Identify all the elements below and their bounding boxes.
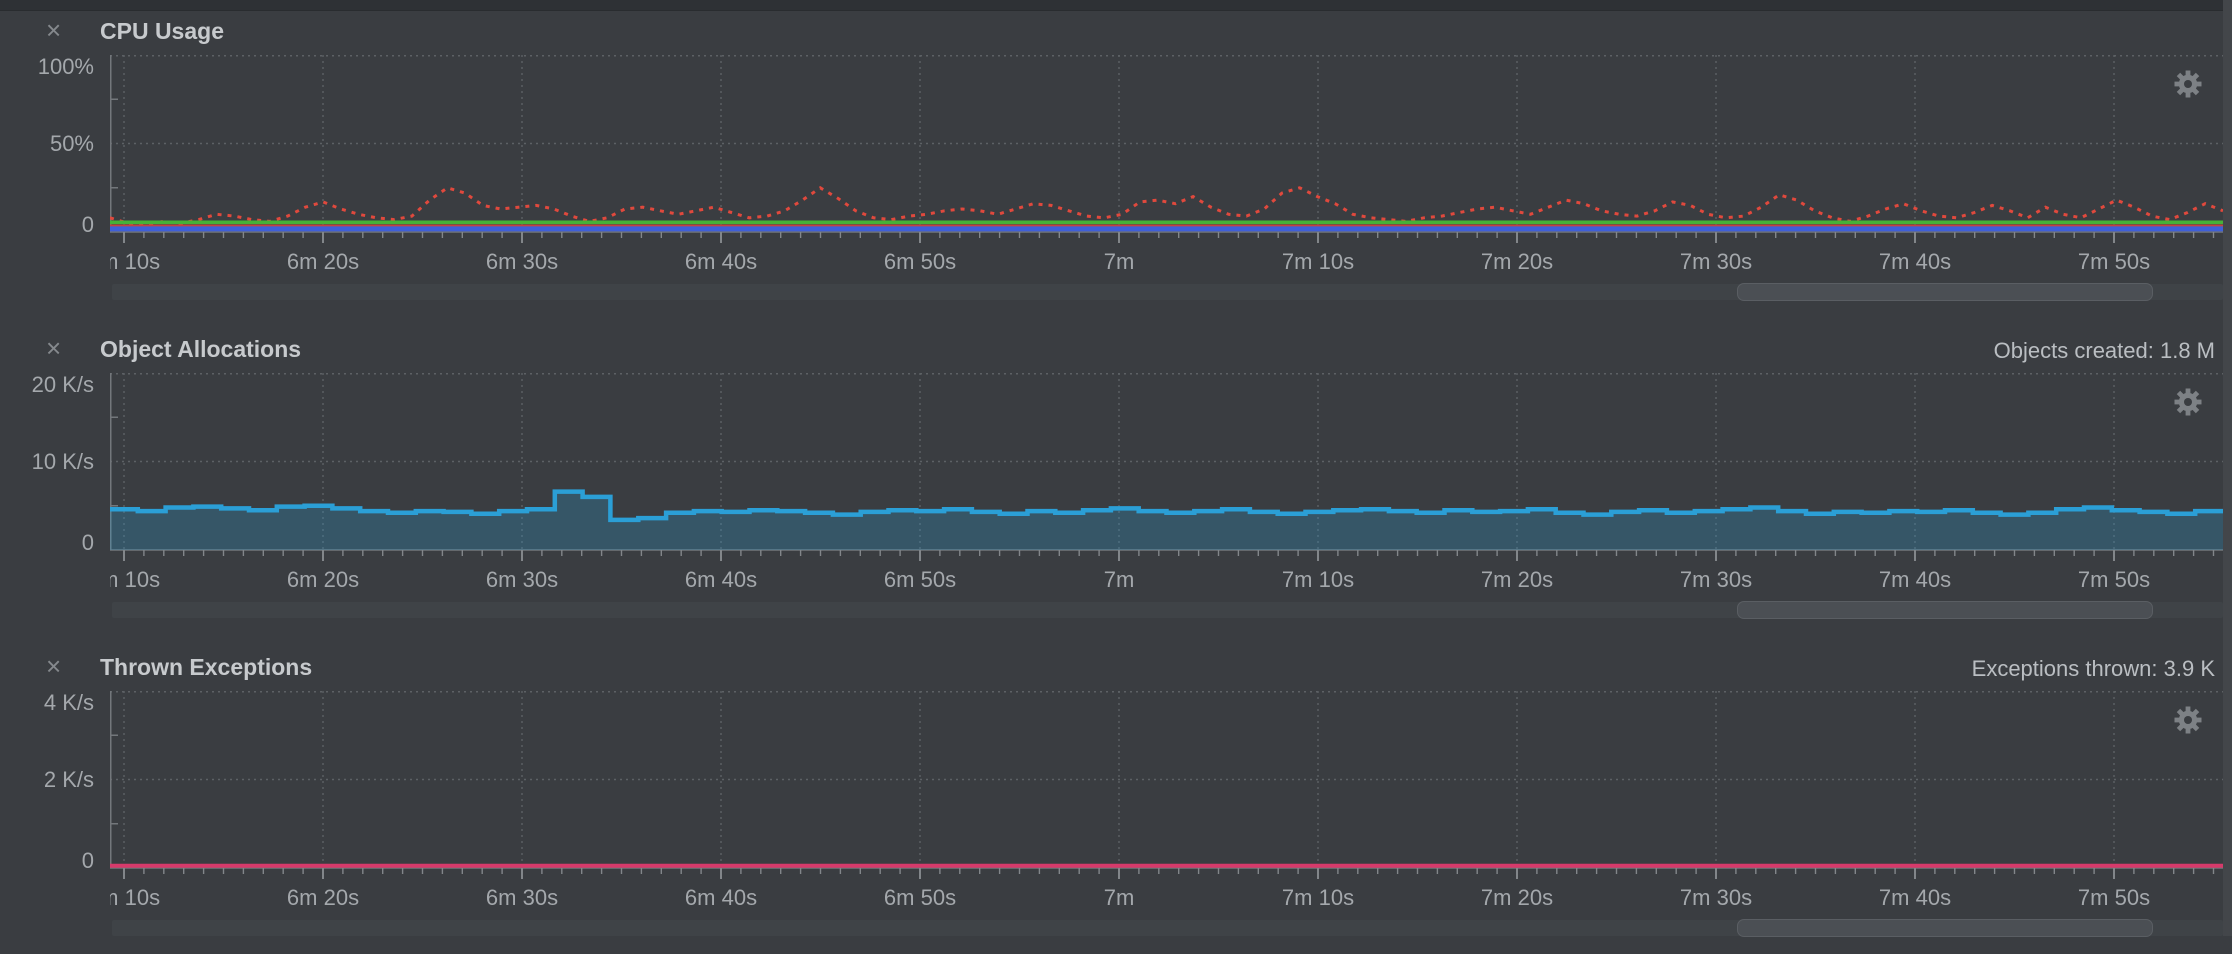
panel-title: CPU Usage	[100, 18, 224, 45]
x-tick-label: 7m	[1104, 885, 1135, 911]
panel-header: × Object Allocations Objects created: 1.…	[0, 328, 2223, 372]
settings-gear-icon[interactable]	[2173, 705, 2203, 735]
x-axis-labels: 6m 10s 6m 20s 6m 30s 6m 40s 6m 50s 7m 7m 10s 7m…	[110, 566, 2223, 594]
panel-title: Object Allocations	[100, 336, 301, 363]
x-tick-label: 6m 40s	[685, 567, 757, 593]
chart-canvas	[110, 691, 2223, 882]
x-tick-label: 7m 20s	[1481, 249, 1553, 275]
x-tick-label: 6m 50s	[884, 885, 956, 911]
panel-summary-text: Exceptions thrown: 3.9 K	[1972, 656, 2215, 682]
cpu-usage-panel: × CPU Usage 100%50%0 6m 10s6m 20s6m 30s6…	[0, 10, 2223, 318]
scrollbar-thumb[interactable]	[1737, 283, 2153, 301]
x-tick-label: 7m 20s	[1481, 885, 1553, 911]
y-tick-label: 4 K/s	[44, 690, 94, 716]
horizontal-scrollbar[interactable]	[112, 284, 2223, 300]
chart-row: 20 K/s 10 K/s 0	[0, 373, 2223, 564]
y-tick-label: 2 K/s	[44, 767, 94, 793]
y-axis-labels: 20 K/s10 K/s0	[0, 373, 110, 550]
settings-gear-icon[interactable]	[2173, 69, 2203, 99]
chart-canvas	[110, 55, 2223, 246]
y-tick-label: 0	[82, 530, 94, 556]
x-tick-label: 6m 10s	[110, 885, 160, 911]
horizontal-scrollbar[interactable]	[112, 602, 2223, 618]
x-tick-label: 7m 50s	[2078, 567, 2150, 593]
x-tick-label: 7m	[1104, 567, 1135, 593]
thrown-exceptions-panel: × Thrown Exceptions Exceptions thrown: 3…	[0, 646, 2223, 954]
y-axis-labels: 4 K/s2 K/s0	[0, 691, 110, 868]
chart-canvas	[110, 373, 2223, 564]
object-allocations-step-area-fill	[110, 492, 2223, 550]
chart-row: 100% 50% 0	[0, 55, 2223, 246]
x-tick-label: 7m 20s	[1481, 567, 1553, 593]
x-tick-label: 7m 10s	[1282, 249, 1354, 275]
panel-header: × CPU Usage	[0, 10, 2223, 54]
x-tick-label: 6m 10s	[110, 567, 160, 593]
x-tick-label: 7m 40s	[1879, 249, 1951, 275]
close-icon[interactable]: ×	[46, 334, 61, 362]
x-tick-label: 7m 40s	[1879, 567, 1951, 593]
y-tick-label: 100%	[38, 54, 94, 80]
x-tick-label: 6m 40s	[685, 885, 757, 911]
x-tick-label: 6m 50s	[884, 567, 956, 593]
settings-gear-icon[interactable]	[2173, 387, 2203, 417]
y-tick-label: 20 K/s	[32, 372, 94, 398]
panel-title: Thrown Exceptions	[100, 654, 312, 681]
x-tick-label: 6m 20s	[287, 885, 359, 911]
y-axis-labels: 100%50%0	[0, 55, 110, 232]
x-tick-label: 7m	[1104, 249, 1135, 275]
x-tick-label: 7m 30s	[1680, 249, 1752, 275]
y-tick-label: 0	[82, 212, 94, 238]
close-icon[interactable]: ×	[46, 16, 61, 44]
x-tick-label: 7m 10s	[1282, 885, 1354, 911]
thrown-exceptions-chart[interactable]	[110, 691, 2223, 882]
cpu-usage-chart[interactable]	[110, 55, 2223, 246]
y-tick-label: 0	[82, 848, 94, 874]
scrollbar-thumb[interactable]	[1737, 601, 2153, 619]
x-tick-label: 6m 30s	[486, 567, 558, 593]
vertical-scrollbar[interactable]	[2223, 0, 2232, 936]
x-tick-label: 6m 30s	[486, 885, 558, 911]
x-tick-label: 6m 40s	[685, 249, 757, 275]
close-icon[interactable]: ×	[46, 652, 61, 680]
horizontal-scrollbar[interactable]	[112, 920, 2223, 936]
object-allocations-chart[interactable]	[110, 373, 2223, 564]
object-allocations-panel: × Object Allocations Objects created: 1.…	[0, 328, 2223, 636]
scrollbar-thumb[interactable]	[1737, 919, 2153, 937]
x-tick-label: 7m 30s	[1680, 885, 1752, 911]
x-axis-labels: 6m 10s 6m 20s 6m 30s 6m 40s 6m 50s 7m 7m 10s 7m…	[110, 248, 2223, 276]
x-tick-label: 6m 10s	[110, 249, 160, 275]
x-tick-label: 7m 50s	[2078, 885, 2150, 911]
x-tick-label: 6m 20s	[287, 567, 359, 593]
x-tick-label: 6m 30s	[486, 249, 558, 275]
x-tick-label: 7m 30s	[1680, 567, 1752, 593]
x-tick-label: 7m 10s	[1282, 567, 1354, 593]
y-tick-label: 10 K/s	[32, 449, 94, 475]
x-tick-label: 6m 50s	[884, 249, 956, 275]
panel-header: × Thrown Exceptions Exceptions thrown: 3…	[0, 646, 2223, 690]
panel-summary-text: Objects created: 1.8 M	[1994, 338, 2215, 364]
x-axis-labels: 6m 10s 6m 20s 6m 30s 6m 40s 6m 50s 7m 7m 10s 7m…	[110, 884, 2223, 912]
cpu-usage-dotted	[110, 188, 2223, 225]
x-tick-label: 7m 50s	[2078, 249, 2150, 275]
x-tick-label: 6m 20s	[287, 249, 359, 275]
x-tick-label: 7m 40s	[1879, 885, 1951, 911]
chart-row: 4 K/s 2 K/s 0	[0, 691, 2223, 882]
y-tick-label: 50%	[50, 131, 94, 157]
